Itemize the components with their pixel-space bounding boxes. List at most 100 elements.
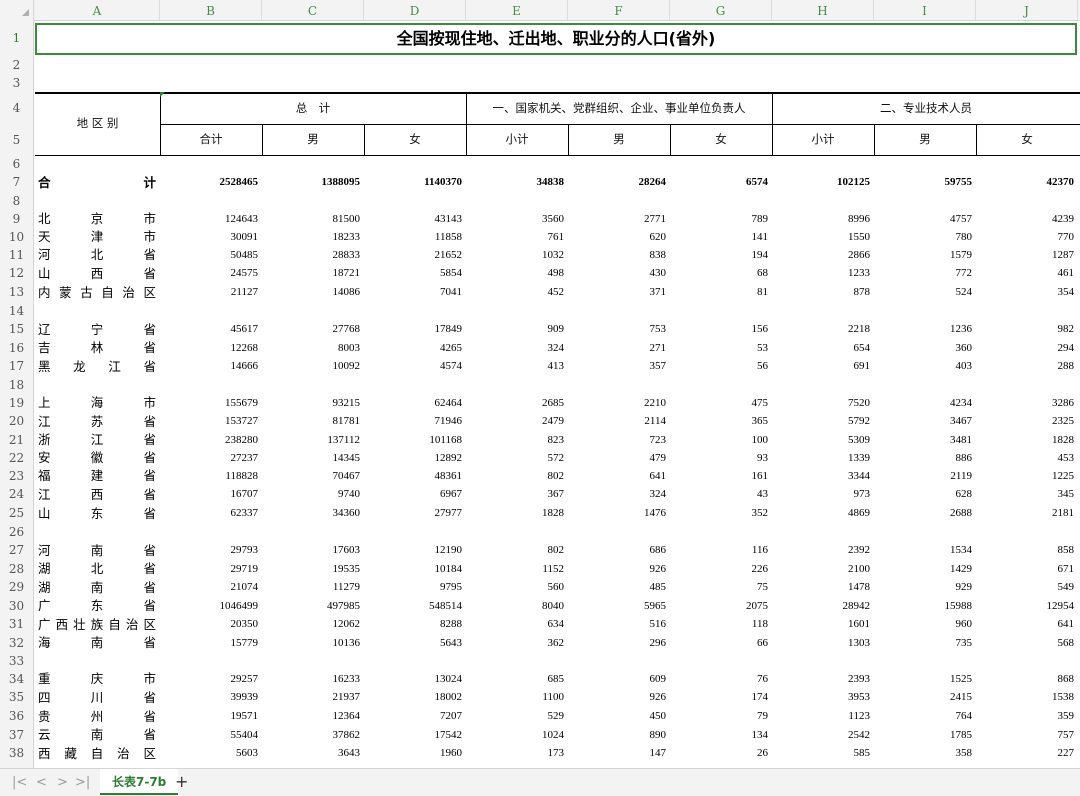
data-cell[interactable]: 475: [670, 394, 769, 412]
row-header-38[interactable]: 38: [0, 744, 33, 763]
data-cell[interactable]: 194: [670, 246, 769, 264]
sheet-tab-active[interactable]: 长表7-7b: [100, 769, 179, 795]
data-cell[interactable]: 357: [568, 357, 667, 376]
data-cell[interactable]: 723: [568, 431, 667, 449]
row-header-12[interactable]: 12: [0, 264, 33, 283]
region-label[interactable]: 江西省: [38, 485, 156, 504]
row-header-29[interactable]: 29: [0, 578, 33, 597]
data-cell[interactable]: 2866: [772, 246, 870, 264]
total-row-label[interactable]: 合计: [38, 173, 156, 192]
data-cell[interactable]: 101168: [364, 431, 462, 449]
data-cell[interactable]: 529: [466, 707, 565, 726]
data-cell[interactable]: 452: [466, 283, 565, 302]
data-cell[interactable]: 461: [976, 264, 1075, 283]
data-cell[interactable]: 1225: [976, 467, 1074, 485]
data-cell[interactable]: 53: [670, 339, 768, 357]
row-header-5[interactable]: 5: [0, 125, 33, 155]
row-header-26[interactable]: 26: [0, 523, 33, 541]
data-cell[interactable]: 1601: [772, 615, 870, 634]
data-cell[interactable]: 288: [976, 357, 1075, 376]
data-cell[interactable]: 9740: [262, 485, 360, 504]
row-header-10[interactable]: 10: [0, 228, 33, 246]
row-header-36[interactable]: 36: [0, 707, 33, 726]
data-cell[interactable]: 4265: [364, 339, 462, 357]
data-cell[interactable]: 1388095: [262, 173, 361, 192]
column-header-f[interactable]: F: [568, 0, 670, 20]
data-cell[interactable]: 671: [976, 560, 1075, 578]
data-cell[interactable]: 3953: [772, 688, 870, 707]
data-cell[interactable]: 294: [976, 339, 1075, 357]
data-cell[interactable]: 12190: [364, 541, 463, 560]
data-cell[interactable]: 100: [670, 431, 769, 449]
data-cell[interactable]: 358: [874, 744, 973, 763]
data-cell[interactable]: 28942: [772, 597, 871, 615]
data-cell[interactable]: 1024: [466, 726, 564, 744]
data-cell[interactable]: 1339: [772, 449, 870, 467]
data-cell[interactable]: 174: [670, 688, 769, 707]
data-cell[interactable]: 450: [568, 707, 667, 726]
data-cell[interactable]: 8003: [262, 339, 360, 357]
data-cell[interactable]: 21937: [262, 688, 361, 707]
region-label[interactable]: 天津市: [38, 228, 156, 246]
sub-header[interactable]: 小计: [772, 124, 874, 155]
data-cell[interactable]: 2100: [772, 560, 870, 578]
data-cell[interactable]: 118: [670, 615, 768, 634]
region-label[interactable]: 西藏自治区: [38, 744, 156, 763]
region-label[interactable]: 云南省: [38, 726, 156, 744]
data-cell[interactable]: 71946: [364, 412, 463, 431]
column-header-g[interactable]: G: [670, 0, 772, 20]
region-label[interactable]: 湖南省: [38, 578, 156, 597]
data-cell[interactable]: 735: [874, 634, 973, 652]
data-cell[interactable]: 367: [466, 485, 565, 504]
prev-sheet-icon[interactable]: <: [36, 775, 47, 790]
data-cell[interactable]: 3344: [772, 467, 870, 485]
data-cell[interactable]: 3560: [466, 210, 564, 228]
data-cell[interactable]: 12892: [364, 449, 463, 467]
data-cell[interactable]: 1123: [772, 707, 870, 726]
data-cell[interactable]: 16707: [160, 485, 259, 504]
data-cell[interactable]: 17849: [364, 320, 463, 339]
data-cell[interactable]: 3481: [874, 431, 972, 449]
row-header-4[interactable]: 4: [0, 92, 33, 125]
data-cell[interactable]: 18721: [262, 264, 361, 283]
data-cell[interactable]: 118828: [160, 467, 258, 485]
data-cell[interactable]: 19571: [160, 707, 259, 726]
data-cell[interactable]: 39939: [160, 688, 259, 707]
data-cell[interactable]: 81: [670, 283, 768, 302]
data-cell[interactable]: 1828: [466, 504, 564, 523]
data-cell[interactable]: 2218: [772, 320, 870, 339]
data-cell[interactable]: 802: [466, 467, 565, 485]
data-cell[interactable]: 960: [874, 615, 973, 634]
region-label[interactable]: 上海市: [38, 394, 156, 412]
data-cell[interactable]: 14086: [262, 283, 361, 302]
data-cell[interactable]: 5643: [364, 634, 462, 652]
data-cell[interactable]: 1476: [568, 504, 666, 523]
row-header-16[interactable]: 16: [0, 339, 33, 357]
data-cell[interactable]: 66: [670, 634, 768, 652]
row-header-35[interactable]: 35: [0, 688, 33, 707]
sub-header[interactable]: 男: [262, 124, 364, 155]
data-cell[interactable]: 12268: [160, 339, 259, 357]
row-header-33[interactable]: 33: [0, 652, 33, 670]
row-header-7[interactable]: 7: [0, 173, 33, 192]
data-cell[interactable]: 2325: [976, 412, 1074, 431]
data-cell[interactable]: 926: [568, 560, 667, 578]
select-all-corner[interactable]: [0, 0, 34, 20]
data-cell[interactable]: 5965: [568, 597, 666, 615]
data-cell[interactable]: 55404: [160, 726, 259, 744]
data-cell[interactable]: 48361: [364, 467, 463, 485]
data-cell[interactable]: 479: [568, 449, 667, 467]
data-cell[interactable]: 10184: [364, 560, 463, 578]
data-cell[interactable]: 2075: [670, 597, 768, 615]
data-cell[interactable]: 93215: [262, 394, 361, 412]
row-header-14[interactable]: 14: [0, 302, 33, 320]
data-cell[interactable]: 271: [568, 339, 667, 357]
data-cell[interactable]: 2181: [976, 504, 1074, 523]
data-cell[interactable]: 686: [568, 541, 667, 560]
data-cell[interactable]: 1140370: [364, 173, 462, 192]
data-cell[interactable]: 2528465: [160, 173, 259, 192]
data-cell[interactable]: 485: [568, 578, 667, 597]
data-cell[interactable]: 2114: [568, 412, 666, 431]
region-label[interactable]: 河北省: [38, 246, 156, 264]
column-header-c[interactable]: C: [262, 0, 364, 20]
